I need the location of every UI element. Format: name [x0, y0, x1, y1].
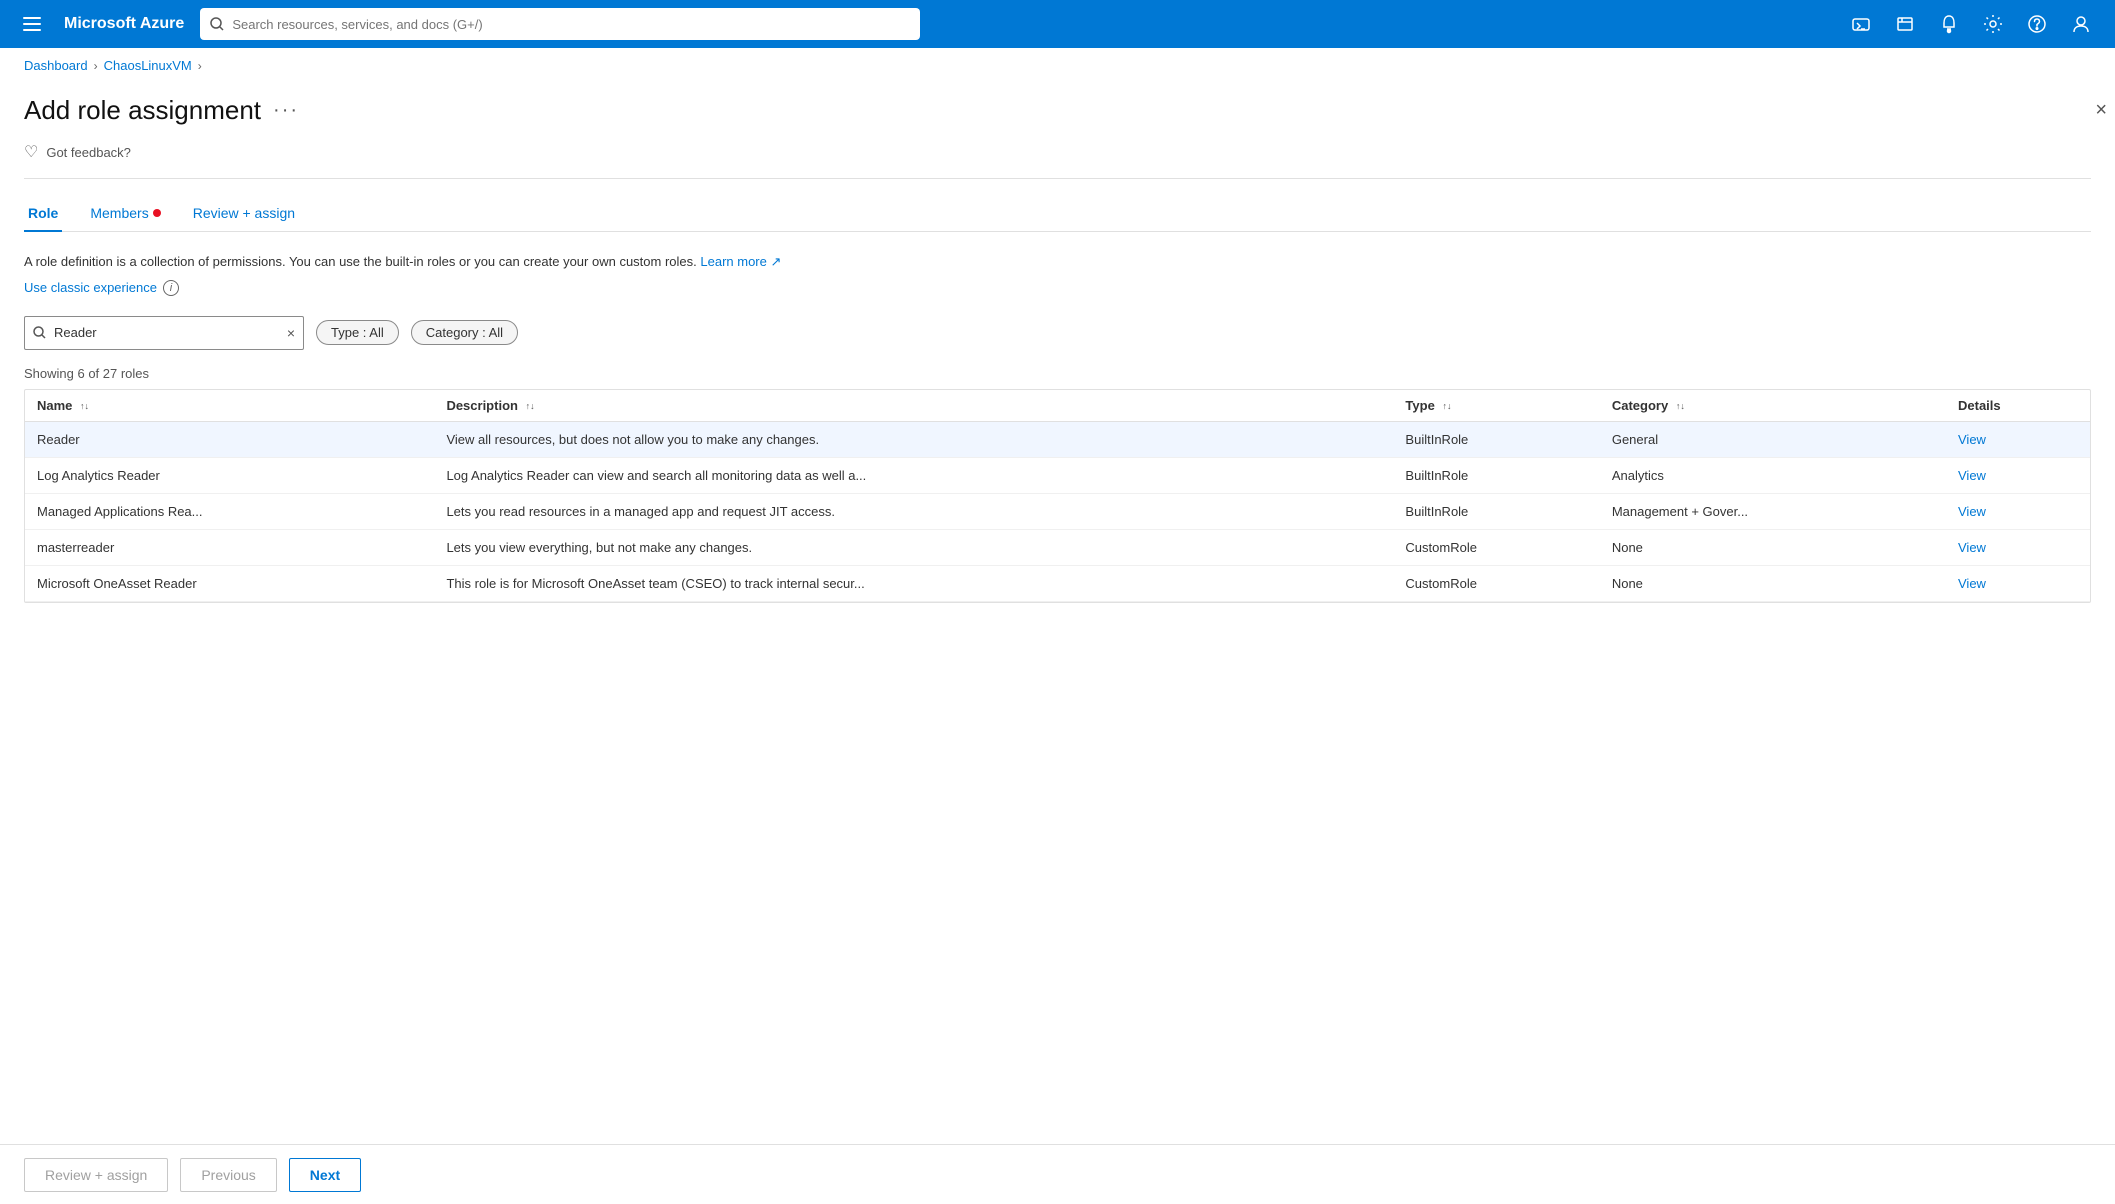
- members-notification-dot: [153, 209, 161, 217]
- role-search-box[interactable]: ×: [24, 316, 304, 350]
- tab-members[interactable]: Members: [86, 195, 164, 231]
- cell-category: General: [1600, 421, 1946, 457]
- showing-count-text: Showing 6 of 27 roles: [24, 366, 2091, 381]
- cloud-shell-button[interactable]: [1843, 6, 1879, 42]
- search-icon-small: [33, 326, 46, 339]
- search-clear-button[interactable]: ×: [287, 325, 295, 341]
- col-name[interactable]: Name ↑↓: [25, 390, 434, 422]
- cell-details[interactable]: View: [1946, 457, 2090, 493]
- cell-name: Log Analytics Reader: [25, 457, 434, 493]
- tabs-navigation: Role Members Review + assign: [24, 195, 2091, 232]
- cell-name: Reader: [25, 421, 434, 457]
- help-button[interactable]: [2019, 6, 2055, 42]
- review-assign-button[interactable]: Review + assign: [24, 1158, 168, 1192]
- main-content: Add role assignment ··· × ♡ Got feedback…: [0, 83, 2115, 707]
- heart-icon: ♡: [24, 142, 38, 162]
- roles-table-container: Name ↑↓ Description ↑↓ Type ↑↓ Category …: [24, 389, 2091, 603]
- cell-details[interactable]: View: [1946, 529, 2090, 565]
- info-icon: i: [163, 280, 179, 296]
- cell-type: BuiltInRole: [1393, 493, 1599, 529]
- cell-category: Management + Gover...: [1600, 493, 1946, 529]
- col-category[interactable]: Category ↑↓: [1600, 390, 1946, 422]
- cell-category: None: [1600, 529, 1946, 565]
- page-header: Add role assignment ··· ×: [24, 83, 2091, 142]
- table-body: ReaderView all resources, but does not a…: [25, 421, 2090, 601]
- more-options-button[interactable]: ···: [273, 99, 299, 122]
- cell-type: BuiltInRole: [1393, 457, 1599, 493]
- table-row[interactable]: masterreaderLets you view everything, bu…: [25, 529, 2090, 565]
- roles-table: Name ↑↓ Description ↑↓ Type ↑↓ Category …: [25, 390, 2090, 602]
- cell-name: masterreader: [25, 529, 434, 565]
- tab-review-assign[interactable]: Review + assign: [189, 195, 299, 231]
- topnav-icon-group: [1843, 6, 2099, 42]
- tab-role-label: Role: [28, 205, 58, 221]
- cell-details[interactable]: View: [1946, 565, 2090, 601]
- settings-button[interactable]: [1975, 6, 2011, 42]
- global-search-box[interactable]: [200, 8, 920, 40]
- role-description-text: A role definition is a collection of per…: [24, 252, 2091, 272]
- table-row[interactable]: ReaderView all resources, but does not a…: [25, 421, 2090, 457]
- global-search-input[interactable]: [232, 17, 910, 32]
- azure-brand-logo: Microsoft Azure: [64, 15, 184, 33]
- tab-role[interactable]: Role: [24, 195, 62, 231]
- table-row[interactable]: Log Analytics ReaderLog Analytics Reader…: [25, 457, 2090, 493]
- cell-name: Managed Applications Rea...: [25, 493, 434, 529]
- cell-details[interactable]: View: [1946, 421, 2090, 457]
- next-button[interactable]: Next: [289, 1158, 361, 1192]
- top-navigation: Microsoft Azure: [0, 0, 2115, 48]
- cell-category: None: [1600, 565, 1946, 601]
- previous-button[interactable]: Previous: [180, 1158, 276, 1192]
- cell-description: View all resources, but does not allow y…: [434, 421, 1393, 457]
- page-title: Add role assignment: [24, 95, 261, 126]
- cell-name: Microsoft OneAsset Reader: [25, 565, 434, 601]
- category-filter-pill[interactable]: Category : All: [411, 320, 518, 345]
- role-search-input[interactable]: [54, 325, 279, 340]
- cell-description: Lets you view everything, but not make a…: [434, 529, 1393, 565]
- table-row[interactable]: Managed Applications Rea...Lets you read…: [25, 493, 2090, 529]
- search-icon: [210, 17, 224, 31]
- feedback-bar: ♡ Got feedback?: [24, 142, 2091, 179]
- breadcrumb-sep-1: ›: [94, 59, 98, 73]
- filters-row: × Type : All Category : All: [24, 316, 2091, 350]
- cell-details[interactable]: View: [1946, 493, 2090, 529]
- cell-description: Lets you read resources in a managed app…: [434, 493, 1393, 529]
- notifications-button[interactable]: [1931, 6, 1967, 42]
- account-button[interactable]: [2063, 6, 2099, 42]
- bottom-action-bar: Review + assign Previous Next: [0, 1144, 2115, 1204]
- breadcrumb-vm[interactable]: ChaosLinuxVM: [104, 58, 192, 73]
- tab-members-label: Members: [90, 205, 148, 221]
- feedback-text[interactable]: Got feedback?: [46, 145, 131, 160]
- table-header-row: Name ↑↓ Description ↑↓ Type ↑↓ Category …: [25, 390, 2090, 422]
- hamburger-menu-button[interactable]: [16, 8, 48, 40]
- cell-description: Log Analytics Reader can view and search…: [434, 457, 1393, 493]
- col-type[interactable]: Type ↑↓: [1393, 390, 1599, 422]
- name-sort-arrows[interactable]: ↑↓: [80, 402, 89, 411]
- tab-review-label: Review + assign: [193, 205, 295, 221]
- table-row[interactable]: Microsoft OneAsset ReaderThis role is fo…: [25, 565, 2090, 601]
- breadcrumb-sep-2: ›: [198, 59, 202, 73]
- cell-type: CustomRole: [1393, 529, 1599, 565]
- desc-sort-arrows[interactable]: ↑↓: [526, 402, 535, 411]
- cell-category: Analytics: [1600, 457, 1946, 493]
- cell-type: BuiltInRole: [1393, 421, 1599, 457]
- category-sort-arrows[interactable]: ↑↓: [1676, 402, 1685, 411]
- col-description[interactable]: Description ↑↓: [434, 390, 1393, 422]
- col-details: Details: [1946, 390, 2090, 422]
- close-button[interactable]: ×: [2087, 95, 2115, 126]
- directory-button[interactable]: [1887, 6, 1923, 42]
- breadcrumb-dashboard[interactable]: Dashboard: [24, 58, 88, 73]
- breadcrumb: Dashboard › ChaosLinuxVM ›: [0, 48, 2115, 83]
- type-filter-pill[interactable]: Type : All: [316, 320, 399, 345]
- cell-description: This role is for Microsoft OneAsset team…: [434, 565, 1393, 601]
- cell-type: CustomRole: [1393, 565, 1599, 601]
- type-sort-arrows[interactable]: ↑↓: [1442, 402, 1451, 411]
- learn-more-link[interactable]: Learn more ↗: [700, 254, 781, 269]
- classic-experience-link[interactable]: Use classic experience i: [24, 280, 2091, 296]
